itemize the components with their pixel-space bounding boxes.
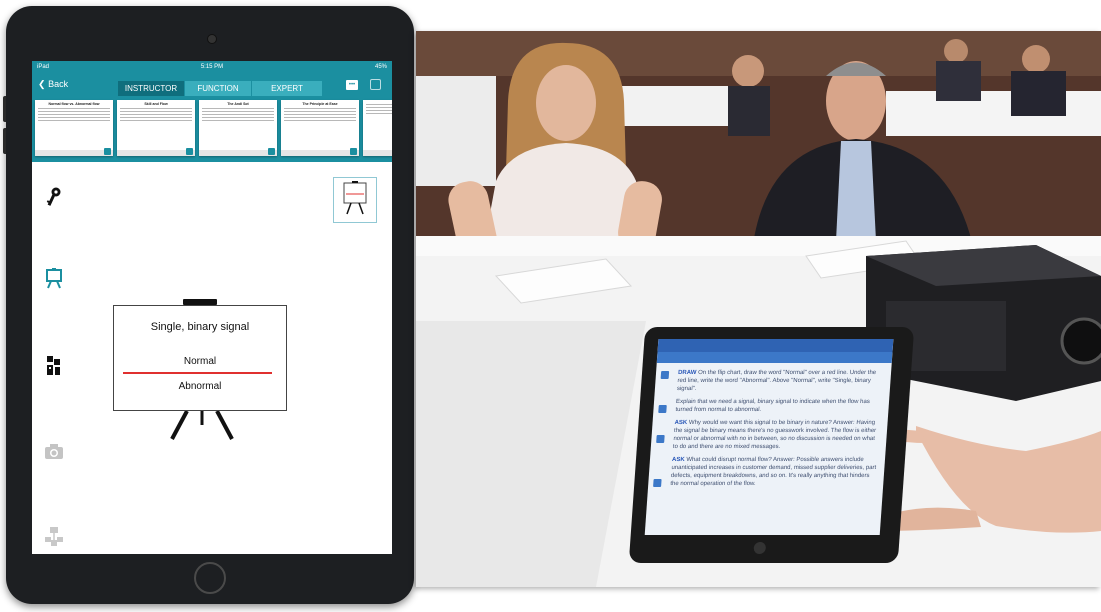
photo-tablet-screen: DRAW On the flip chart, draw the word "N…: [644, 339, 894, 535]
ipad-screen: iPad 5:15 PM 45% ❮ Back INSTRUCTOR FUNCT…: [32, 61, 392, 554]
camera-lens-icon: [207, 34, 217, 44]
nav-bar: ❮ Back INSTRUCTOR FUNCTION EXPERT •••: [32, 73, 392, 96]
flip-chart-slide: Single, binary signal Normal Abnormal: [113, 305, 287, 411]
note-text: What could disrupt normal flow? Answer: …: [670, 457, 877, 487]
volume-down-button: [3, 128, 6, 154]
normal-label: Normal: [183, 356, 217, 367]
thumbnail-title: Normal flow vs. Abnormal flow: [48, 102, 100, 106]
chevron-left-icon: ❮: [38, 79, 46, 89]
thumbnail-badge-icon: [350, 148, 357, 155]
slide-thumbnail-2[interactable]: Skill and Flow: [117, 100, 195, 156]
more-button[interactable]: •••: [346, 80, 358, 90]
battery-label: 45%: [374, 64, 387, 70]
thumbnail-title: Skill and Flow: [144, 102, 168, 106]
slide-preview-thumbnail[interactable]: [333, 177, 377, 223]
tab-function[interactable]: FUNCTION: [185, 81, 251, 96]
note-text: Explain that we need a signal, binary si…: [675, 399, 871, 413]
thumbnail-title: The Principle at Ease: [302, 102, 338, 106]
clock-label: 5:15 PM: [200, 64, 224, 70]
facilitator-notes: DRAW On the flip chart, draw the word "N…: [670, 369, 887, 493]
slide-thumbnail-5[interactable]: [363, 100, 392, 156]
photo-tablet-home-button: [753, 542, 767, 554]
note-paragraph-3: ASK Why would we want this signal to be …: [673, 419, 883, 451]
note-keyword: DRAW: [677, 370, 697, 376]
slide-thumbnail-3[interactable]: The Andi Sot: [199, 100, 277, 156]
camera-icon[interactable]: [370, 79, 381, 90]
tab-expert[interactable]: EXPERT: [252, 81, 322, 96]
chat-icon: [653, 479, 662, 487]
thumbnail-title: [363, 100, 392, 102]
back-label: Back: [48, 79, 69, 89]
org-chart-icon[interactable]: [44, 526, 64, 548]
back-button[interactable]: ❮ Back: [38, 79, 68, 90]
tab-instructor[interactable]: INSTRUCTOR: [118, 81, 184, 96]
team-icon: [656, 435, 665, 443]
note-keyword: ASK: [671, 457, 685, 463]
team-icon[interactable]: [44, 355, 64, 377]
ipad-device: iPad 5:15 PM 45% ❮ Back INSTRUCTOR FUNCT…: [3, 6, 414, 604]
slide-thumbnail-strip[interactable]: Normal flow vs. Abnormal flow Skill and …: [32, 96, 392, 162]
easel-icon[interactable]: [44, 267, 64, 289]
key-icon[interactable]: [44, 186, 64, 208]
note-text: Why would we want this signal to be bina…: [672, 420, 877, 450]
thumbnail-badge-icon: [268, 148, 275, 155]
note-paragraph-4: ASK What could disrupt normal flow? Answ…: [670, 456, 880, 488]
pencil-icon: [660, 371, 670, 379]
home-button[interactable]: [194, 562, 226, 594]
slide-title: Single, binary signal: [150, 321, 250, 333]
note-paragraph-1: DRAW On the flip chart, draw the word "N…: [677, 369, 887, 393]
thumbnail-title: The Andi Sot: [227, 102, 249, 106]
classroom-photo: DRAW On the flip chart, draw the word "N…: [416, 31, 1101, 587]
volume-up-button: [3, 96, 6, 122]
note-keyword: ASK: [674, 420, 688, 426]
easel-icon: [658, 405, 667, 413]
status-bar: iPad 5:15 PM 45%: [32, 61, 392, 73]
abnormal-label: Abnormal: [178, 381, 222, 392]
note-text: On the flip chart, draw the word "Normal…: [676, 370, 877, 392]
slide-thumbnail-4[interactable]: The Principle at Ease: [281, 100, 359, 156]
note-paragraph-2: Explain that we need a signal, binary si…: [675, 398, 884, 414]
easel-legs-icon: [170, 411, 234, 440]
photo-tablet-header: [657, 339, 894, 352]
red-divider-line: [123, 372, 272, 374]
slide-thumbnail-1[interactable]: Normal flow vs. Abnormal flow: [35, 100, 113, 156]
photo-tablet-tabs: [656, 352, 893, 363]
camera-icon[interactable]: [44, 441, 64, 463]
photo-tablet: DRAW On the flip chart, draw the word "N…: [628, 327, 915, 563]
thumbnail-badge-icon: [104, 148, 111, 155]
thumbnail-badge-icon: [186, 148, 193, 155]
